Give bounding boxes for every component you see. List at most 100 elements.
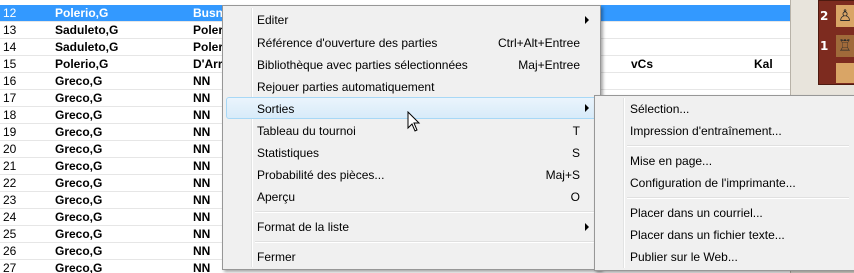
submenu-item-label: Impression d'entraînement... <box>630 124 782 138</box>
white-player: Greco,G <box>55 91 103 105</box>
submenu-arrow-icon <box>585 104 589 112</box>
submenu-item-printer-config[interactable]: Configuration de l'imprimante... <box>598 172 852 194</box>
rank-label: 2 <box>820 9 829 23</box>
white-player: Greco,G <box>55 125 103 139</box>
submenu-item-label: Placer dans un fichier texte... <box>630 228 785 242</box>
game-number: 26 <box>3 244 17 258</box>
submenu-item-label: Mise en page... <box>630 154 713 168</box>
game-number: 17 <box>3 91 17 105</box>
game-number: 13 <box>3 23 17 37</box>
submenu-arrow-icon <box>585 223 589 231</box>
game-number: 16 <box>3 74 17 88</box>
white-player: Greco,G <box>55 176 103 190</box>
black-player: NN <box>193 261 211 273</box>
white-player: Greco,G <box>55 142 103 156</box>
menu-item-shortcut: Maj+Entree <box>518 58 580 72</box>
submenu-item-text-file[interactable]: Placer dans un fichier texte... <box>598 224 852 246</box>
white-player: Polerio,G <box>55 57 109 71</box>
menu-item-label: Sorties <box>257 102 295 116</box>
game-number: 22 <box>3 176 17 190</box>
menu-item-label: Fermer <box>257 250 296 264</box>
rank-label: 1 <box>820 39 829 53</box>
menu-item-label: Rejouer parties automatiquement <box>257 80 435 94</box>
game-number: 18 <box>3 108 17 122</box>
submenu-item-selection[interactable]: Sélection... <box>598 98 852 120</box>
annotator: vCs <box>631 57 654 71</box>
menu-item-label: Référence d'ouverture des parties <box>257 36 438 50</box>
menu-item-label: Format de la liste <box>257 220 350 234</box>
white-player: Saduleto,G <box>55 40 119 54</box>
submenu-item-label: Configuration de l'imprimante... <box>630 176 796 190</box>
black-player: NN <box>193 91 211 105</box>
white-player: Greco,G <box>55 210 103 224</box>
menu-separator <box>627 197 849 199</box>
game-number: 21 <box>3 159 17 173</box>
menu-separator <box>255 241 595 243</box>
menu-item-label: Statistiques <box>257 146 320 160</box>
chess-board[interactable]: 2 1 ♙ ♖ <box>818 0 854 85</box>
submenu-item-email[interactable]: Placer dans un courriel... <box>598 202 852 224</box>
black-player: NN <box>193 159 211 173</box>
game-number: 19 <box>3 125 17 139</box>
white-player: Greco,G <box>55 108 103 122</box>
menu-item-library[interactable]: Bibliothèque avec parties sélectionnées … <box>226 54 597 76</box>
black-player: Poler <box>193 23 224 37</box>
menu-item-shortcut: S <box>571 146 580 160</box>
rook-icon[interactable]: ♖ <box>836 35 854 57</box>
white-player: Greco,G <box>55 261 103 273</box>
white-player: Greco,G <box>55 244 103 258</box>
game-number: 20 <box>3 142 17 156</box>
menu-item-label: Probabilité des pièces... <box>257 168 385 182</box>
game-number: 15 <box>3 57 17 71</box>
white-player: Polerio,G <box>55 6 109 20</box>
menu-item-piece-probability[interactable]: Probabilité des pièces... Maj+S <box>226 164 597 186</box>
submenu-item-page-setup[interactable]: Mise en page... <box>598 150 852 172</box>
black-player: NN <box>193 125 211 139</box>
game-number: 23 <box>3 193 17 207</box>
black-player: Busna <box>193 6 225 20</box>
game-number: 12 <box>3 6 17 20</box>
black-player: D'Arr <box>193 57 223 71</box>
context-menu: Editer Référence d'ouverture des parties… <box>222 5 601 270</box>
source: Kal <box>754 57 773 71</box>
menu-item-shortcut: Maj+S <box>545 168 580 182</box>
menu-item-editer[interactable]: Editer <box>226 9 597 31</box>
game-number: 14 <box>3 40 17 54</box>
menu-item-label: Tableau du tournoi <box>257 124 356 138</box>
pawn-icon[interactable]: ♙ <box>836 5 854 27</box>
menu-item-close[interactable]: Fermer <box>226 246 597 268</box>
game-number: 25 <box>3 227 17 241</box>
white-player: Greco,G <box>55 193 103 207</box>
menu-item-opening-reference[interactable]: Référence d'ouverture des parties Ctrl+A… <box>226 32 597 54</box>
black-player: NN <box>193 142 211 156</box>
sorties-submenu: Sélection... Impression d'entraînement..… <box>594 95 854 271</box>
menu-item-label: Editer <box>257 13 289 27</box>
menu-item-replay[interactable]: Rejouer parties automatiquement <box>226 76 597 98</box>
game-number: 24 <box>3 210 17 224</box>
black-player: NN <box>193 74 211 88</box>
submenu-item-label: Sélection... <box>630 102 690 116</box>
mouse-pointer-icon <box>407 111 421 132</box>
white-player: Greco,G <box>55 74 103 88</box>
black-player: NN <box>193 210 211 224</box>
menu-item-preview[interactable]: Aperçu O <box>226 186 597 208</box>
menu-item-label: Bibliothèque avec parties sélectionnées <box>257 58 468 72</box>
white-player: Greco,G <box>55 159 103 173</box>
board-square[interactable] <box>836 63 854 83</box>
menu-separator <box>255 211 595 213</box>
menu-item-shortcut: Ctrl+Alt+Entree <box>497 36 580 50</box>
submenu-item-label: Placer dans un courriel... <box>630 206 763 220</box>
black-player: NN <box>193 176 211 190</box>
menu-item-shortcut: T <box>572 124 580 138</box>
menu-item-list-format[interactable]: Format de la liste <box>226 216 597 238</box>
submenu-arrow-icon <box>585 16 589 24</box>
menu-item-shortcut: O <box>570 190 580 204</box>
white-player: Saduleto,G <box>55 23 119 37</box>
black-player: NN <box>193 108 211 122</box>
game-number: 27 <box>3 261 17 273</box>
black-player: NN <box>193 244 211 258</box>
submenu-item-publish-web[interactable]: Publier sur le Web... <box>598 246 852 268</box>
black-player: NN <box>193 227 211 241</box>
submenu-item-training-print[interactable]: Impression d'entraînement... <box>598 120 852 142</box>
menu-item-statistics[interactable]: Statistiques S <box>226 142 597 164</box>
